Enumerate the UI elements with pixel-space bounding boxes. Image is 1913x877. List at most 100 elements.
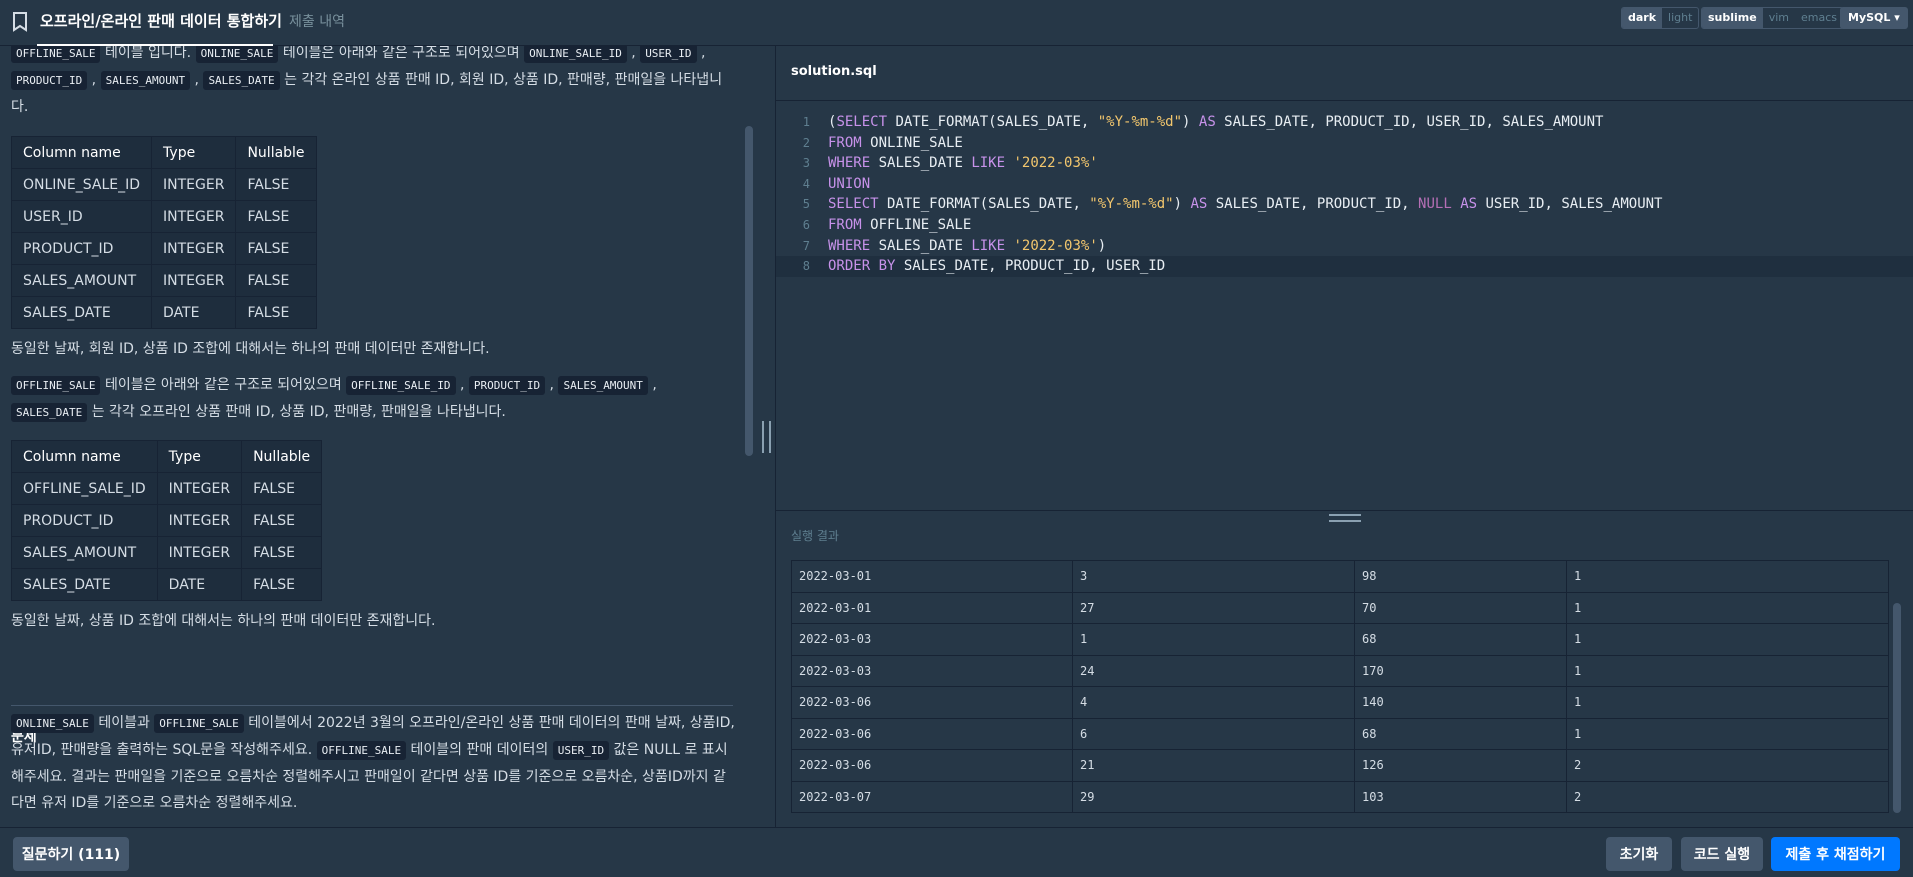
code-token: ONLINE_SALE [195,46,279,63]
result-row: 2022-03-01 27 70 1 [791,591,1889,624]
vertical-resize-handle[interactable] [762,421,771,453]
table-cell: FALSE [235,264,317,297]
table-row: PRODUCT_ID INTEGER FALSE [11,504,323,537]
keymap-emacs-option[interactable]: emacs [1795,8,1843,28]
table-header-cell: Nullable [241,440,323,473]
editor-filename: solution.sql [791,64,877,79]
theme-light-option[interactable]: light [1662,8,1698,28]
line-number: 4 [802,176,810,191]
code-line[interactable]: 2 FROM ONLINE_SALE [776,133,1913,154]
code-line[interactable]: 3 WHERE SALES_DATE LIKE '2022-03%' [776,153,1913,174]
keymap-sublime-option[interactable]: sublime [1702,8,1763,28]
result-row: 2022-03-06 21 126 2 [791,749,1889,782]
text: 테이블은 아래와 같은 구조로 되어있으며 [282,46,520,61]
text: 테이블과 [98,715,150,731]
code-token: SELECT [828,196,879,213]
code-token: ORDER BY [828,258,896,275]
text: 테이블의 판매 데이터의 [410,742,549,758]
description-scrollbar[interactable] [745,126,753,456]
code-token: SALES_DATE, PRODUCT_ID, USER_ID, SALES_A… [1215,114,1604,130]
keymap-vim-option[interactable]: vim [1763,8,1795,28]
table-cell: OFFLINE_SALE_ID [11,472,158,505]
table-cell: DATE [151,296,237,329]
code-token: LIKE [971,237,1006,254]
code-line[interactable]: 1 (SELECT DATE_FORMAT(SALES_DATE, "%Y-%m-… [776,112,1913,133]
result-cell: 68 [1354,623,1567,656]
code-token: DATE_FORMAT(SALES_DATE, [887,114,1098,130]
language-select[interactable]: MySQL ▾ [1840,7,1908,29]
code-token: ONLINE_SALE [861,134,963,151]
table-row: SALES_AMOUNT INTEGER FALSE [11,536,323,569]
code-line[interactable]: 7 WHERE SALES_DATE LIKE '2022-03%') [776,236,1913,257]
result-cell: 126 [1354,749,1567,782]
result-row: 2022-03-03 1 68 1 [791,623,1889,656]
table-cell: FALSE [235,296,317,329]
submit-button[interactable]: 제출 후 채점하기 [1771,837,1900,871]
result-cell: 2022-03-03 [791,623,1073,656]
tab-submissions[interactable]: 제출 내역 [289,11,345,31]
description-panel: OFFLINE_SALE 테이블 입니다. ONLINE_SALE 테이블은 아… [0,46,775,827]
result-scrollbar[interactable] [1893,603,1901,813]
table-cell: INTEGER [151,232,237,265]
bookmark-icon[interactable] [12,12,28,32]
code-token: SALES_DATE, PRODUCT_ID, USER_ID [895,258,1166,275]
code-line[interactable]: 8 ORDER BY SALES_DATE, PRODUCT_ID, USER_I… [776,256,1913,278]
result-cell: 103 [1354,780,1567,813]
code-token: AS [1460,196,1478,213]
result-cell: 3 [1072,560,1355,593]
keymap-toggle: sublime vim emacs [1701,7,1845,29]
code-editor[interactable]: 1 (SELECT DATE_FORMAT(SALES_DATE, "%Y-%m-… [776,100,1913,510]
code-line[interactable]: 6 FROM OFFLINE_SALE [776,215,1913,236]
code-text: FROM ONLINE_SALE [828,133,963,154]
run-code-button[interactable]: 코드 실행 [1681,837,1763,871]
online-sale-schema-table: Column name Type Nullable ONLINE_SALE_ID… [10,136,317,329]
result-cell: 1 [1566,623,1889,656]
result-cell: 2 [1566,780,1889,813]
code-token: OFFLINE_SALE [11,376,101,395]
code-token: SELECT [836,114,888,130]
offline-sale-schema-table: Column name Type Nullable OFFLINE_SALE_I… [11,440,323,601]
code-line[interactable]: 5 SELECT DATE_FORMAT(SALES_DATE, "%Y-%m-%… [776,194,1913,215]
table-cell: SALES_DATE [10,296,153,329]
code-token: AS [1190,196,1208,213]
code-text: UNION [828,174,870,195]
code-line[interactable]: 4 UNION [776,174,1913,195]
result-cell: 1 [1566,560,1889,593]
code-token: PRODUCT_ID [468,376,546,395]
code-text: WHERE SALES_DATE LIKE '2022-03%') [828,236,1106,257]
code-token: AS [1198,114,1216,130]
result-cell: 170 [1354,654,1567,687]
code-token: USER_ID [552,741,610,760]
code-token: '2022-03%' [1013,155,1098,172]
description-paragraph-1: OFFLINE_SALE 테이블 입니다. ONLINE_SALE 테이블은 아… [11,46,723,115]
reset-button[interactable]: 초기화 [1606,837,1672,871]
table-cell: SALES_AMOUNT [10,264,153,297]
tab-problem[interactable]: 오프라인/온라인 판매 데이터 통합하기 [40,10,282,31]
result-cell: 2022-03-06 [791,686,1073,719]
result-cell: 4 [1072,686,1355,719]
code-text: SELECT DATE_FORMAT(SALES_DATE, "%Y-%m-%d… [828,194,1662,215]
code-token: "%Y-%m-%d" [1097,114,1183,130]
table-row: OFFLINE_SALE_ID INTEGER FALSE [11,472,323,505]
table-row: USER_ID INTEGER FALSE [10,200,317,233]
line-number: 3 [802,156,810,171]
result-cell: 2 [1566,749,1889,782]
horizontal-resize-handle[interactable] [1329,514,1361,522]
line-number: 8 [802,259,810,274]
theme-dark-option[interactable]: dark [1622,8,1663,28]
editor-panel: solution.sql 1 (SELECT DATE_FORMAT(SALES_… [776,46,1913,827]
table-cell: PRODUCT_ID [11,504,158,537]
code-token: OFFLINE_SALE [154,714,244,733]
text: 테이블에서 2022년 3월의 오프라인/온라인 상품 판매 데이터의 판매 날… [248,715,686,731]
result-cell: 21 [1072,749,1355,782]
problem-statement: ONLINE_SALE 테이블과 OFFLINE_SALE 테이블에서 2022… [11,710,736,816]
result-cell: 98 [1354,560,1567,593]
result-cell: 140 [1354,686,1567,719]
code-token: ONLINE_SALE_ID [524,46,627,63]
code-token: NULL [1418,196,1452,213]
code-text: ORDER BY SALES_DATE, PRODUCT_ID, USER_ID [828,256,1165,277]
ask-question-button[interactable]: 질문하기 (111) [13,837,129,871]
table-row: SALES_AMOUNT INTEGER FALSE [10,264,317,297]
code-token: WHERE [828,155,871,172]
